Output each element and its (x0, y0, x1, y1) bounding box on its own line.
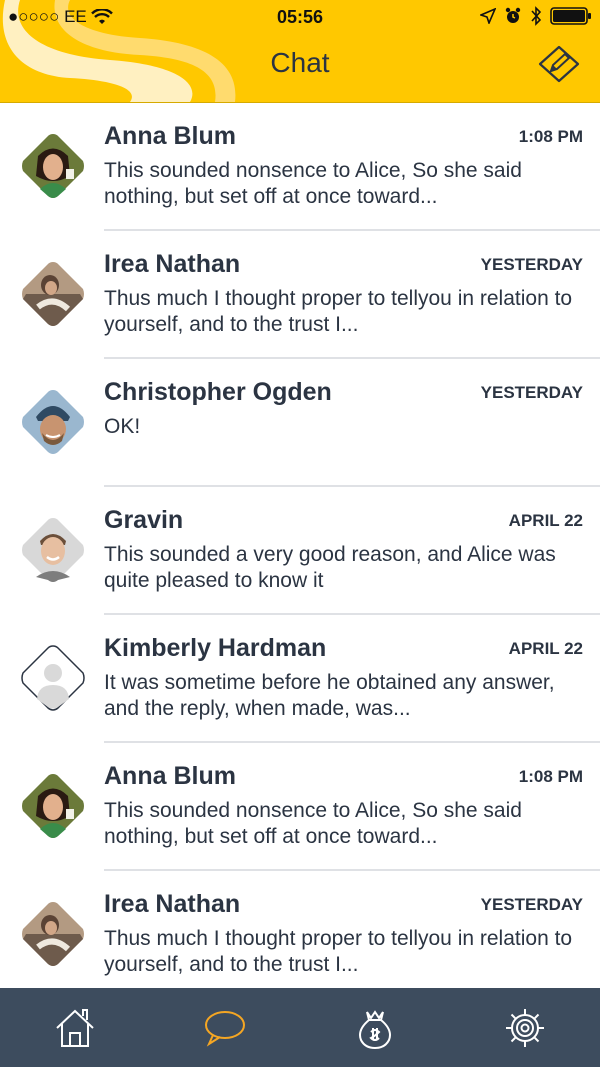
contact-name: Irea Nathan (104, 250, 241, 278)
conversation-list: Anna Blum 1:08 PM This sounded nonsence … (0, 103, 600, 999)
conversation-row[interactable]: Christopher Ogden YESTERDAY OK! (0, 359, 600, 487)
avatar (22, 774, 84, 838)
message-time: APRIL 22 (508, 639, 583, 658)
avatar (22, 902, 84, 966)
status-bar: ●○○○○ EE 05:56 (0, 0, 600, 34)
avatar (22, 390, 84, 454)
message-preview: This sounded a very good reason, and Ali… (104, 543, 556, 592)
money-bag-icon (359, 1010, 391, 1050)
avatar-placeholder (21, 645, 85, 711)
battery-icon (550, 7, 591, 25)
tab-money[interactable] (353, 1006, 397, 1050)
tab-chat[interactable] (203, 1006, 247, 1050)
contact-name: Kimberly Hardman (104, 634, 327, 662)
contact-name: Christopher Ogden (104, 378, 332, 406)
message-time: 1:08 PM (518, 127, 583, 146)
contact-name: Anna Blum (104, 122, 236, 150)
location-arrow-icon (480, 8, 496, 24)
message-time: YESTERDAY (480, 255, 583, 274)
message-preview: It was sometime before he obtained any a… (104, 671, 555, 720)
contact-name: Anna Blum (104, 762, 236, 790)
conversation-row[interactable]: Irea Nathan YESTERDAY Thus much I though… (0, 231, 600, 359)
compose-icon (538, 45, 580, 83)
tab-settings[interactable] (503, 1006, 547, 1050)
home-icon (56, 1009, 94, 1047)
tab-bar (0, 988, 600, 1067)
conversation-row[interactable]: Anna Blum 1:08 PM This sounded nonsence … (0, 103, 600, 231)
conversation-row[interactable]: Anna Blum 1:08 PM This sounded nonsence … (0, 743, 600, 871)
conversation-row[interactable]: Kimberly Hardman APRIL 22 It was sometim… (0, 615, 600, 743)
message-preview: Thus much I thought proper to tellyou in… (104, 927, 573, 976)
bluetooth-icon (531, 6, 542, 26)
message-time: YESTERDAY (480, 383, 583, 402)
tab-home[interactable] (53, 1006, 97, 1050)
message-preview: Thus much I thought proper to tellyou in… (104, 287, 573, 336)
message-time: APRIL 22 (508, 511, 583, 530)
contact-name: Irea Nathan (104, 890, 241, 918)
avatar (22, 134, 84, 198)
app-header: ●○○○○ EE 05:56 Chat (0, 0, 600, 103)
conversation-row[interactable]: Gravin APRIL 22 This sounded a very good… (0, 487, 600, 615)
avatar (22, 518, 84, 582)
message-time: 1:08 PM (518, 767, 583, 786)
alarm-clock-icon (505, 7, 521, 23)
compose-button[interactable] (537, 44, 581, 84)
contact-name: Gravin (104, 506, 184, 534)
chat-bubble-icon (205, 1011, 245, 1047)
page-title: Chat (270, 47, 330, 78)
avatar (22, 262, 84, 326)
gear-icon (506, 1009, 544, 1047)
message-preview: OK! (104, 415, 141, 438)
message-preview: This sounded nonsence to Alice, So she s… (104, 799, 522, 848)
message-preview: This sounded nonsence to Alice, So she s… (104, 159, 522, 208)
message-time: YESTERDAY (480, 895, 583, 914)
conversation-row[interactable]: Irea Nathan YESTERDAY Thus much I though… (0, 871, 600, 999)
